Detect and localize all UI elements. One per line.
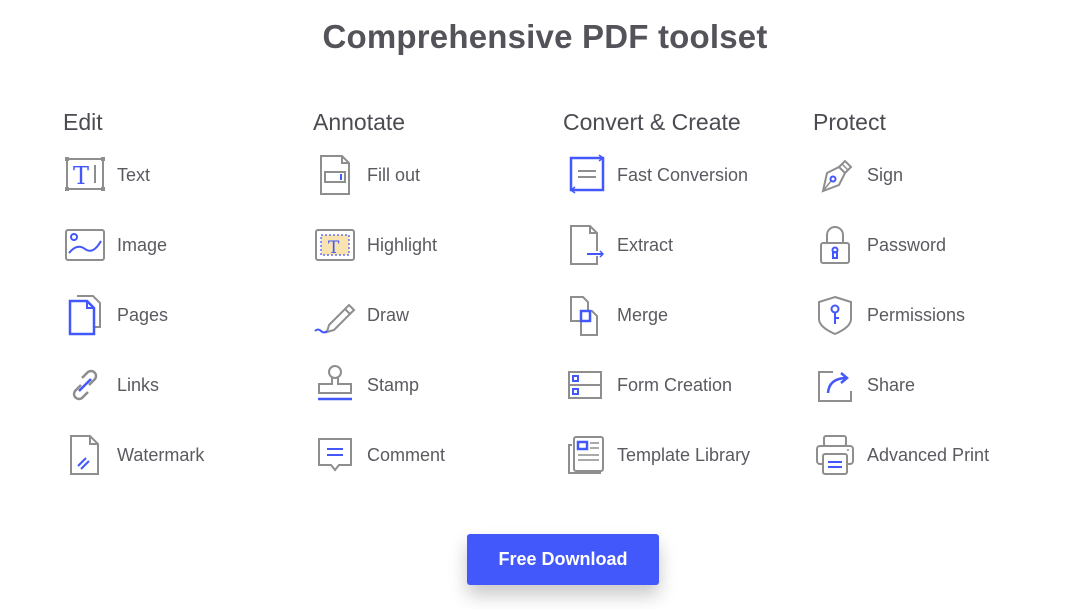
tool-share[interactable]: Share	[813, 350, 1063, 420]
pencil-icon	[313, 293, 357, 337]
svg-text:T: T	[73, 162, 89, 190]
column-heading: Protect	[813, 109, 886, 135]
tool-label: Form Creation	[617, 374, 733, 395]
column-annotate: Annotate Fill out T Highlight Draw Stamp…	[313, 106, 563, 510]
tool-label: Highlight	[367, 234, 438, 255]
pages-icon	[63, 293, 107, 337]
stamp-icon	[313, 363, 357, 407]
printer-icon	[813, 433, 857, 477]
tool-links[interactable]: Links	[63, 350, 313, 420]
fill-out-icon	[313, 153, 357, 197]
tool-label: Permissions	[867, 304, 966, 325]
tool-label: Sign	[867, 164, 904, 185]
tool-label: Fast Conversion	[617, 164, 749, 185]
column-heading: Annotate	[313, 109, 406, 135]
tool-label: Watermark	[117, 444, 205, 465]
tool-draw[interactable]: Draw	[313, 280, 563, 350]
tool-fill-out[interactable]: Fill out	[313, 140, 563, 210]
watermark-icon	[63, 433, 107, 477]
tool-image[interactable]: Image	[63, 210, 313, 280]
tool-label: Image	[117, 234, 168, 255]
column-protect: Protect Sign Password Permissions Share …	[813, 106, 1063, 510]
tool-fast-conversion[interactable]: Fast Conversion	[563, 140, 813, 210]
tool-label: Merge	[617, 304, 669, 325]
column-heading: Convert & Create	[563, 109, 741, 135]
tool-label: Extract	[617, 234, 674, 255]
column-edit: Edit T Text Image Pages Links Watermark	[63, 106, 313, 510]
tool-advanced-print[interactable]: Advanced Print	[813, 420, 1063, 490]
tool-pages[interactable]: Pages	[63, 280, 313, 350]
tool-label: Password	[867, 234, 947, 255]
column-heading: Edit	[63, 109, 103, 135]
page-title: Comprehensive PDF toolset	[322, 18, 768, 55]
tool-label: Text	[117, 164, 151, 185]
shield-key-icon	[813, 293, 857, 337]
lock-icon	[813, 223, 857, 267]
tool-label: Links	[117, 374, 160, 395]
svg-text:T: T	[328, 238, 340, 258]
tool-text[interactable]: T Text	[63, 140, 313, 210]
tool-label: Stamp	[367, 374, 420, 395]
merge-icon	[563, 293, 607, 337]
tool-highlight[interactable]: T Highlight	[313, 210, 563, 280]
tool-template-library[interactable]: Template Library	[563, 420, 813, 490]
share-icon	[813, 363, 857, 407]
tool-label: Template Library	[617, 444, 751, 465]
highlight-icon: T	[313, 223, 357, 267]
tool-label: Pages	[117, 304, 169, 325]
template-icon	[563, 433, 607, 477]
tool-form-creation[interactable]: Form Creation	[563, 350, 813, 420]
tool-label: Advanced Print	[867, 444, 990, 465]
tool-sign[interactable]: Sign	[813, 140, 1063, 210]
text-box-icon: T	[63, 153, 107, 197]
tool-extract[interactable]: Extract	[563, 210, 813, 280]
tool-permissions[interactable]: Permissions	[813, 280, 1063, 350]
column-convert-create: Convert & Create Fast Conversion Extract…	[563, 106, 813, 510]
tool-label: Draw	[367, 304, 410, 325]
tool-watermark[interactable]: Watermark	[63, 420, 313, 490]
tool-password[interactable]: Password	[813, 210, 1063, 280]
link-icon	[63, 363, 107, 407]
image-icon	[63, 223, 107, 267]
form-icon	[563, 363, 607, 407]
tool-label: Share	[867, 374, 916, 395]
tool-label: Fill out	[367, 164, 421, 185]
tool-comment[interactable]: Comment	[313, 420, 563, 490]
comment-icon	[313, 433, 357, 477]
tool-stamp[interactable]: Stamp	[313, 350, 563, 420]
pen-nib-icon	[813, 153, 857, 197]
conversion-icon	[563, 153, 607, 197]
extract-icon	[563, 223, 607, 267]
tool-merge[interactable]: Merge	[563, 280, 813, 350]
tool-label: Comment	[367, 444, 446, 465]
free-download-button[interactable]: Free Download	[467, 534, 659, 585]
